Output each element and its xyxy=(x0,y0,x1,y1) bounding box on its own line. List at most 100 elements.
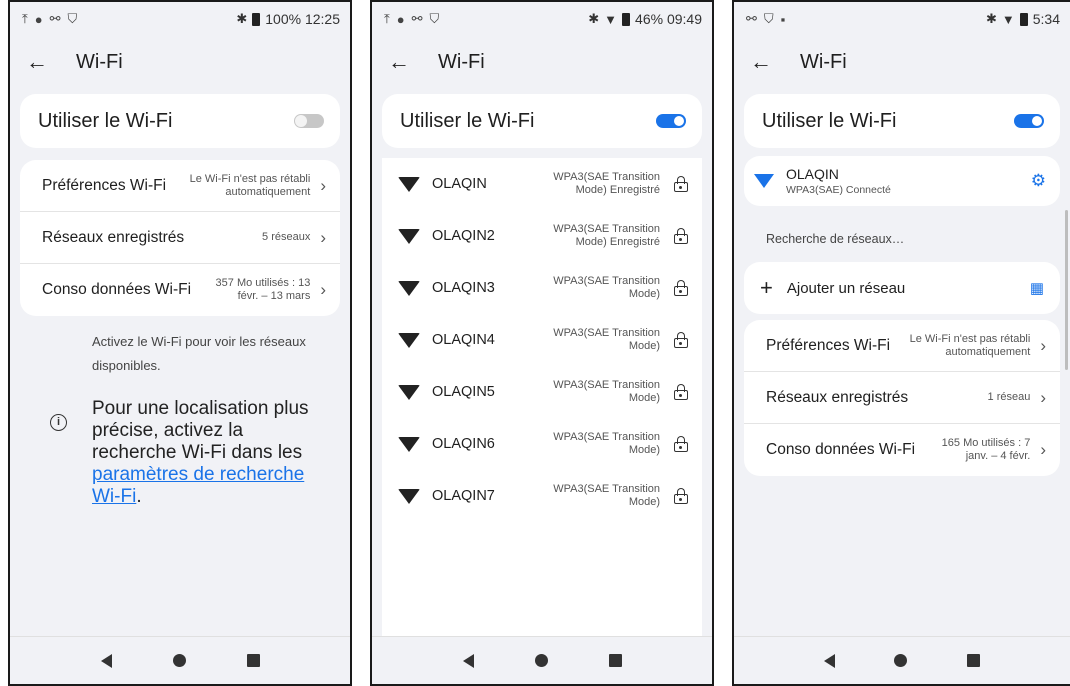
link-icon: ⚯ xyxy=(49,11,61,26)
network-name: OLAQIN4 xyxy=(432,332,495,348)
network-item[interactable]: OLAQIN6 WPA3(SAE Transition Mode) xyxy=(382,418,702,470)
network-item[interactable]: OLAQIN WPA3(SAE Transition Mode) Enregis… xyxy=(382,158,702,210)
chevron-right-icon: › xyxy=(1040,387,1046,407)
nav-home-icon[interactable] xyxy=(172,654,186,667)
wifi-switch[interactable] xyxy=(294,114,324,128)
phone-screen-2: ⤒ ● ⚯ ⛉ ✱ ▼ 46% 09:49 ← Wi-Fi Utiliser l… xyxy=(370,0,714,686)
wifi-signal-icon xyxy=(398,384,420,400)
app-bar: ← Wi-Fi xyxy=(372,38,712,86)
network-list: OLAQIN WPA3(SAE Transition Mode) Enregis… xyxy=(382,158,702,636)
back-arrow-icon[interactable]: ← xyxy=(388,49,428,75)
wifi-switch[interactable] xyxy=(656,114,686,128)
pref-sub: Le Wi-Fi n'est pas rétabli automatiqueme… xyxy=(189,172,311,198)
phone-screen-1: ⤒ ● ⚯ ⛉ ✱ 100% 12:25 ← Wi-Fi Utiliser le… xyxy=(8,0,352,686)
pref-row-saved-networks[interactable]: Réseaux enregistrés 5 réseaux › xyxy=(20,212,340,264)
preferences-card: Préférences Wi-Fi Le Wi-Fi n'est pas rét… xyxy=(744,320,1060,476)
nav-home-icon[interactable] xyxy=(894,654,908,667)
back-arrow-icon[interactable]: ← xyxy=(26,49,66,75)
network-name: OLAQIN7 xyxy=(432,488,495,504)
info-icon: i xyxy=(50,414,67,431)
preferences-card: Préférences Wi-Fi Le Wi-Fi n'est pas rét… xyxy=(20,160,340,316)
use-wifi-label: Utiliser le Wi-Fi xyxy=(38,109,173,132)
wifi-signal-icon xyxy=(398,436,420,452)
pref-label: Réseaux enregistrés xyxy=(766,388,909,406)
nav-back-icon[interactable] xyxy=(100,653,112,668)
gear-icon[interactable]: ⚙ xyxy=(1031,171,1046,191)
app-bar: ← Wi-Fi xyxy=(10,38,350,86)
status-text: 46% 09:49 xyxy=(635,11,702,27)
chevron-right-icon: › xyxy=(1040,335,1046,355)
use-wifi-toggle-row[interactable]: Utiliser le Wi-Fi xyxy=(20,94,340,148)
nav-back-icon[interactable] xyxy=(823,653,835,668)
add-network-label: Ajouter un réseau xyxy=(786,279,906,297)
wifi-off-hint: Activez le Wi-Fi pour voir les réseaux d… xyxy=(92,334,306,373)
location-hint-end: . xyxy=(136,486,142,507)
nav-bar xyxy=(372,636,712,684)
nav-bar xyxy=(734,636,1070,684)
wifi-connected-icon xyxy=(754,174,774,188)
nav-recents-icon[interactable] xyxy=(967,654,981,667)
scan-settings-link[interactable]: paramètres de recherche Wi-Fi xyxy=(92,464,304,507)
network-security: WPA3(SAE Transition Mode) xyxy=(553,379,660,404)
status-bar: ⤒ ● ⚯ ⛉ ✱ 100% 12:25 xyxy=(10,2,350,36)
chevron-right-icon: › xyxy=(320,280,326,299)
network-item[interactable]: OLAQIN3 WPA3(SAE Transition Mode) xyxy=(382,262,702,314)
nav-back-icon[interactable] xyxy=(462,653,474,668)
bluetooth-icon: ✱ xyxy=(588,11,600,26)
qr-code-icon[interactable]: ▦ xyxy=(1030,279,1044,297)
use-wifi-toggle-row[interactable]: Utiliser le Wi-Fi xyxy=(744,94,1060,148)
connected-network-status: WPA3(SAE) Connecté xyxy=(786,184,891,196)
pref-row-data-usage[interactable]: Conso données Wi-Fi 357 Mo utilisés : 13… xyxy=(20,264,340,316)
wifi-status-icon: ▼ xyxy=(1001,11,1015,27)
use-wifi-label: Utiliser le Wi-Fi xyxy=(400,109,535,132)
location-hint: Pour une localisation plus précise, acti… xyxy=(92,398,332,508)
wifi-switch[interactable] xyxy=(1014,114,1044,128)
wifi-signal-icon xyxy=(398,280,420,296)
network-security: WPA3(SAE Transition Mode) xyxy=(553,431,660,456)
network-security: WPA3(SAE Transition Mode) Enregistré xyxy=(553,223,660,248)
battery-icon xyxy=(622,12,631,26)
pref-row-data-usage[interactable]: Conso données Wi-Fi 165 Mo utilisés : 7 … xyxy=(744,424,1060,476)
scanning-text: Recherche de réseaux… xyxy=(766,232,905,246)
pref-row-wifi-preferences[interactable]: Préférences Wi-Fi Le Wi-Fi n'est pas rét… xyxy=(20,160,340,212)
nav-bar xyxy=(10,636,350,684)
status-bar: ⤒ ● ⚯ ⛉ ✱ ▼ 46% 09:49 xyxy=(372,2,712,36)
connected-network-name: OLAQIN xyxy=(786,166,839,182)
chevron-right-icon: › xyxy=(320,227,326,247)
wifi-signal-icon xyxy=(398,228,420,244)
pref-row-saved-networks[interactable]: Réseaux enregistrés 1 réseau › xyxy=(744,372,1060,424)
network-security: WPA3(SAE Transition Mode) Enregistré xyxy=(553,171,660,196)
link-icon: ⚯ xyxy=(411,11,423,26)
network-name: OLAQIN3 xyxy=(432,280,495,296)
network-name: OLAQIN6 xyxy=(432,436,495,452)
wifi-signal-icon xyxy=(398,488,420,504)
lock-icon xyxy=(674,176,688,192)
scrollbar[interactable] xyxy=(1065,210,1068,370)
pref-sub: 5 réseaux xyxy=(262,231,311,243)
nav-recents-icon[interactable] xyxy=(608,654,622,667)
network-security: WPA3(SAE Transition Mode) xyxy=(553,483,660,508)
network-item[interactable]: OLAQIN4 WPA3(SAE Transition Mode) xyxy=(382,314,702,366)
lock-icon xyxy=(674,488,688,504)
page-title: Wi-Fi xyxy=(800,50,847,73)
nav-recents-icon[interactable] xyxy=(246,654,260,667)
network-item[interactable]: OLAQIN2 WPA3(SAE Transition Mode) Enregi… xyxy=(382,210,702,262)
chevron-right-icon: › xyxy=(320,175,326,195)
nav-home-icon[interactable] xyxy=(534,654,548,667)
network-item[interactable]: OLAQIN7 WPA3(SAE Transition Mode) xyxy=(382,470,702,522)
pref-row-wifi-preferences[interactable]: Préférences Wi-Fi Le Wi-Fi n'est pas rét… xyxy=(744,320,1060,372)
status-text: 100% 12:25 xyxy=(265,11,340,27)
add-network-row[interactable]: + Ajouter un réseau ▦ xyxy=(744,262,1060,314)
network-item[interactable]: OLAQIN5 WPA3(SAE Transition Mode) xyxy=(382,366,702,418)
lock-icon xyxy=(674,436,688,452)
use-wifi-toggle-row[interactable]: Utiliser le Wi-Fi xyxy=(382,94,702,148)
back-arrow-icon[interactable]: ← xyxy=(750,49,790,75)
connected-network-row[interactable]: OLAQIN WPA3(SAE) Connecté ⚙ xyxy=(744,156,1060,206)
lock-icon xyxy=(674,384,688,400)
use-wifi-label: Utiliser le Wi-Fi xyxy=(762,109,897,132)
dot-icon: ● xyxy=(396,11,405,27)
shield-icon: ⛉ xyxy=(67,11,78,26)
pref-label: Préférences Wi-Fi xyxy=(766,336,891,354)
lock-icon xyxy=(674,228,688,244)
shield-icon: ⛉ xyxy=(429,11,440,26)
